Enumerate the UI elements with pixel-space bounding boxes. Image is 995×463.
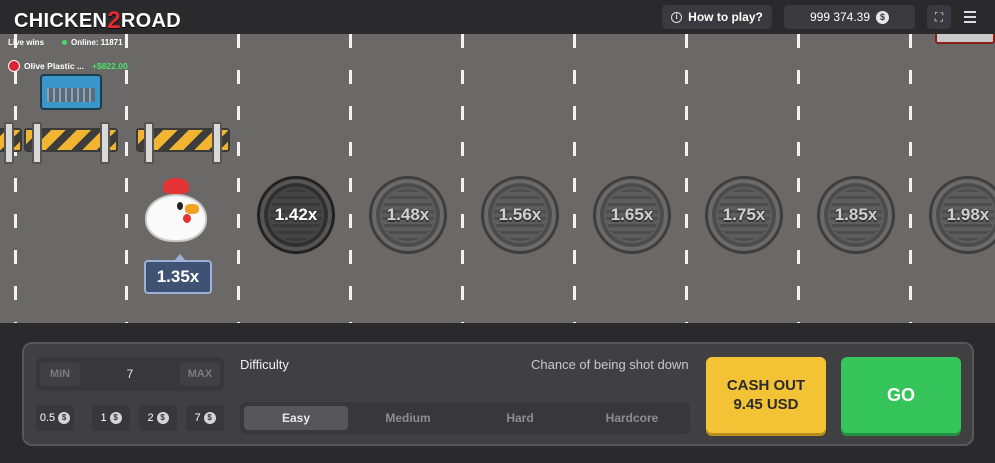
manhole-step[interactable]: 1.42x (257, 176, 335, 254)
balance-value: 999 374.39 (809, 10, 871, 24)
step-multiplier: 1.75x (722, 205, 766, 224)
quick-bet-button[interactable]: 1 $ (92, 405, 130, 431)
car-vehicle (935, 34, 995, 44)
bet-amount-input[interactable]: 7 (96, 362, 164, 386)
step-multiplier: 1.65x (610, 205, 654, 224)
game-logo: CHICKEN2ROAD (14, 6, 181, 34)
game-root: CHICKEN2ROAD i How to play? 999 374.39 $… (0, 0, 995, 463)
difficulty-medium-tab[interactable]: Medium (356, 406, 460, 430)
min-bet-button[interactable]: MIN (40, 362, 80, 386)
manhole-step[interactable]: 1.65x (593, 176, 671, 254)
road: Live wins Online: 11871 Olive Plastic ..… (0, 34, 995, 323)
step-multiplier: 1.98x (946, 205, 990, 224)
control-panel: MIN 7 MAX 0.5 $ 1 $ 2 $ 7 $ Difficulty Chanc… (22, 342, 974, 446)
lane-divider (125, 34, 128, 323)
road-barrier (24, 122, 118, 164)
difficulty-selector: Easy Medium Hard Hardcore (240, 402, 690, 434)
online-dot-icon (62, 40, 67, 45)
quick-bet-button[interactable]: 7 $ (186, 405, 224, 431)
bet-amount-field: MIN 7 MAX (36, 357, 224, 391)
balance-display: 999 374.39 $ (784, 5, 915, 29)
current-multiplier-badge: 1.35x (144, 254, 212, 294)
quick-bet-value: 1 (100, 412, 107, 424)
lane-divider (14, 34, 17, 323)
manhole-step[interactable]: 1.48x (369, 176, 447, 254)
quick-bet-value: 2 (147, 412, 154, 424)
cash-out-button[interactable]: CASH OUT 9.45 USD (706, 357, 826, 433)
manhole-step[interactable]: 1.98x (929, 176, 995, 254)
quick-bet-button[interactable]: 0.5 $ (36, 405, 74, 431)
online-count-text: Online: 11871 (71, 38, 123, 47)
winner-name: Olive Plastic ... (24, 61, 85, 71)
bus-vehicle (40, 74, 102, 110)
difficulty-label: Difficulty (240, 357, 289, 372)
lane-divider (573, 34, 576, 323)
manhole-step[interactable]: 1.75x (705, 176, 783, 254)
live-win-entry: Olive Plastic ... +$822.00 (8, 60, 128, 72)
go-button[interactable]: GO (841, 357, 961, 433)
dollar-coin-icon: $ (58, 412, 71, 424)
hamburger-icon (964, 11, 976, 13)
road-barrier (136, 122, 230, 164)
lane-divider (909, 34, 912, 323)
chicken-character (141, 174, 213, 246)
step-multiplier: 1.56x (498, 205, 542, 224)
logo-text-1: CHICKEN (14, 10, 108, 32)
live-wins-label: Live wins (8, 38, 45, 47)
quick-bet-value: 0.5 (39, 412, 56, 424)
difficulty-easy-tab[interactable]: Easy (244, 406, 348, 430)
lane-divider (349, 34, 352, 323)
avatar (8, 60, 20, 72)
chance-label: Chance of being shot down (531, 357, 689, 372)
control-area: MIN 7 MAX 0.5 $ 1 $ 2 $ 7 $ Difficulty Chanc… (0, 323, 995, 463)
step-multiplier: 1.42x (274, 205, 318, 224)
difficulty-hard-tab[interactable]: Hard (468, 406, 572, 430)
logo-text-2: ROAD (120, 10, 181, 32)
fullscreen-icon: ⛶ (934, 9, 944, 24)
lane-divider (237, 34, 240, 323)
difficulty-hardcore-tab[interactable]: Hardcore (580, 406, 684, 430)
cash-out-amount: 9.45 USD (733, 396, 799, 413)
dollar-coin-icon: $ (876, 10, 890, 24)
info-icon: i (671, 11, 683, 23)
winner-amount: +$822.00 (92, 61, 128, 71)
dollar-coin-icon: $ (109, 412, 122, 424)
quick-bet-value: 7 (194, 412, 201, 424)
max-bet-button[interactable]: MAX (180, 362, 220, 386)
menu-button[interactable] (958, 5, 982, 29)
dollar-coin-icon: $ (203, 412, 216, 424)
online-count: Online: 11871 (62, 38, 123, 47)
quick-bet-button[interactable]: 2 $ (139, 405, 177, 431)
how-to-play-label: How to play? (688, 10, 763, 24)
manhole-step[interactable]: 1.85x (817, 176, 895, 254)
dollar-coin-icon: $ (156, 412, 169, 424)
logo-two: 2 (107, 7, 121, 34)
step-multiplier: 1.48x (386, 205, 430, 224)
cash-out-label: CASH OUT (726, 377, 806, 394)
lane-divider (685, 34, 688, 323)
road-barrier (0, 122, 22, 164)
fullscreen-button[interactable]: ⛶ (927, 5, 951, 29)
how-to-play-button[interactable]: i How to play? (662, 5, 772, 29)
lane-divider (461, 34, 464, 323)
top-bar: CHICKEN2ROAD i How to play? 999 374.39 $… (0, 0, 995, 34)
step-multiplier: 1.85x (834, 205, 878, 224)
lane-divider (797, 34, 800, 323)
manhole-step[interactable]: 1.56x (481, 176, 559, 254)
